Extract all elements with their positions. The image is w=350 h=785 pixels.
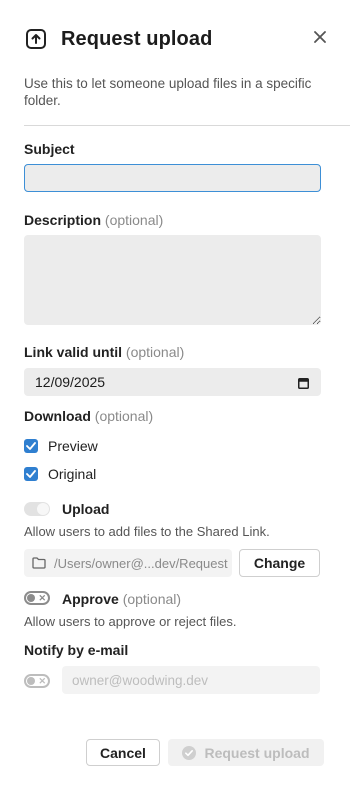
close-icon[interactable] bbox=[310, 27, 330, 47]
upload-path-field: /Users/owner@...dev/Request bbox=[24, 549, 232, 577]
folder-icon bbox=[32, 557, 46, 569]
link-valid-optional: (optional) bbox=[125, 344, 185, 360]
upload-toggle[interactable] bbox=[24, 502, 50, 516]
notify-email-input: owner@woodwing.dev bbox=[62, 666, 320, 694]
description-label: Description (optional) bbox=[24, 212, 163, 228]
calendar-icon[interactable] bbox=[298, 376, 309, 389]
description-textarea[interactable] bbox=[24, 235, 321, 325]
dialog-intro: Use this to let someone upload files in … bbox=[24, 76, 312, 108]
request-upload-label: Request upload bbox=[204, 744, 310, 761]
divider bbox=[24, 125, 350, 126]
subject-label: Subject bbox=[24, 141, 75, 157]
link-valid-date-value: 12/09/2025 bbox=[35, 374, 106, 390]
subject-label-text: Subject bbox=[24, 141, 75, 157]
original-label: Original bbox=[48, 466, 97, 482]
original-checkbox[interactable] bbox=[24, 467, 38, 481]
link-valid-date-input[interactable]: 12/09/2025 bbox=[24, 368, 321, 396]
approve-label: Approve (optional) bbox=[62, 591, 181, 607]
approve-optional: (optional) bbox=[122, 591, 182, 607]
approve-toggle[interactable]: ✕ bbox=[24, 591, 50, 605]
preview-checkbox[interactable] bbox=[24, 439, 38, 453]
download-option-original[interactable]: Original bbox=[24, 466, 96, 482]
download-optional: (optional) bbox=[94, 408, 154, 424]
notify-email-placeholder: owner@woodwing.dev bbox=[72, 672, 209, 688]
upload-label: Upload bbox=[62, 501, 110, 517]
notify-toggle[interactable]: ✕ bbox=[24, 674, 50, 688]
link-valid-label-text: Link valid until bbox=[24, 344, 123, 360]
download-label-text: Download bbox=[24, 408, 91, 424]
approve-help-text: Allow users to approve or reject files. bbox=[24, 614, 237, 629]
approve-label-text: Approve bbox=[62, 591, 119, 607]
download-label: Download (optional) bbox=[24, 408, 153, 424]
upload-path-text: /Users/owner@...dev/Request bbox=[54, 555, 228, 571]
upload-help-text: Allow users to add files to the Shared L… bbox=[24, 524, 270, 539]
check-circle-icon bbox=[182, 745, 197, 760]
notify-label: Notify by e-mail bbox=[24, 642, 129, 658]
change-folder-button[interactable]: Change bbox=[239, 549, 320, 577]
subject-input[interactable] bbox=[24, 164, 321, 192]
link-valid-label: Link valid until (optional) bbox=[24, 344, 184, 360]
dialog-header: Request upload bbox=[24, 24, 330, 54]
description-label-text: Description bbox=[24, 212, 102, 228]
cancel-button[interactable]: Cancel bbox=[86, 739, 160, 766]
download-option-preview[interactable]: Preview bbox=[24, 438, 98, 454]
request-upload-button: Request upload bbox=[168, 739, 324, 766]
upload-icon bbox=[24, 27, 48, 51]
dialog-title: Request upload bbox=[61, 27, 213, 50]
preview-label: Preview bbox=[48, 438, 98, 454]
description-optional: (optional) bbox=[104, 212, 164, 228]
